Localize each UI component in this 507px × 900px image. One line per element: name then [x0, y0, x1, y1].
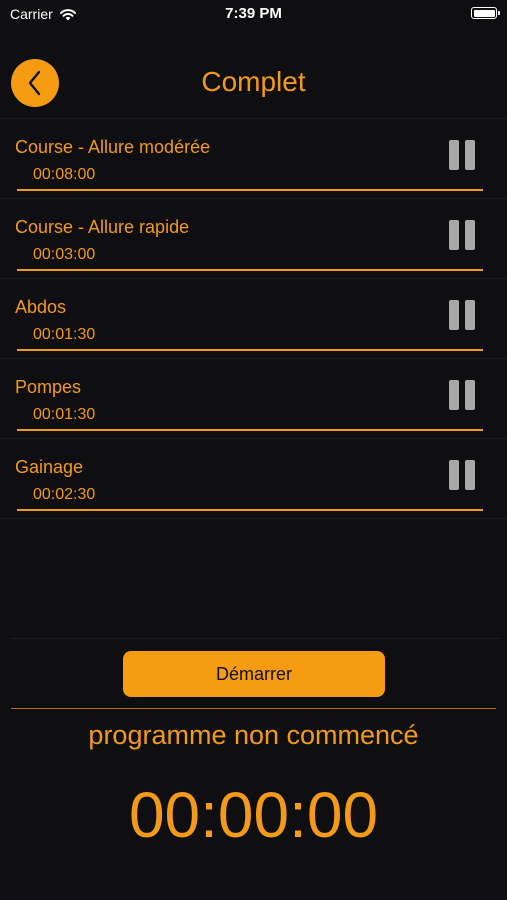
exercise-name: Abdos — [15, 297, 67, 317]
list-item[interactable]: Course - Allure rapide 00:03:00 — [0, 199, 507, 279]
exercise-duration: 00:01:30 — [33, 406, 96, 423]
row-underline — [17, 429, 483, 431]
row-underline — [17, 189, 483, 191]
status-time: 7:39 PM — [225, 5, 282, 22]
battery-icon — [471, 7, 500, 19]
list-item[interactable]: Gainage 00:02:30 — [0, 439, 507, 519]
exercise-duration: 00:02:30 — [33, 486, 96, 503]
list-divider — [10, 638, 500, 639]
exercise-name: Course - Allure modérée — [15, 137, 211, 157]
pause-icon[interactable] — [449, 220, 475, 250]
status-bar: Carrier 7:39 PM — [0, 0, 507, 30]
exercise-name: Course - Allure rapide — [15, 217, 190, 237]
page-title: Complet — [201, 66, 306, 97]
list-item[interactable]: Pompes 00:01:30 — [0, 359, 507, 439]
exercise-duration: 00:03:00 — [33, 246, 96, 263]
pause-icon[interactable] — [449, 460, 475, 490]
pause-icon[interactable] — [449, 380, 475, 410]
start-button[interactable]: Démarrer — [123, 651, 385, 697]
program-status: programme non commencé — [88, 720, 419, 750]
row-underline — [17, 509, 483, 511]
exercise-list: Course - Allure modérée 00:08:00 Course … — [0, 119, 507, 519]
row-underline — [17, 269, 483, 271]
row-underline — [17, 349, 483, 351]
list-item[interactable]: Course - Allure modérée 00:08:00 — [0, 119, 507, 199]
list-item[interactable]: Abdos 00:01:30 — [0, 279, 507, 359]
exercise-name: Pompes — [15, 377, 82, 397]
pause-icon[interactable] — [449, 300, 475, 330]
controls-divider — [11, 708, 496, 709]
exercise-name: Gainage — [15, 457, 84, 477]
pause-icon[interactable] — [449, 140, 475, 170]
exercise-duration: 00:01:30 — [33, 326, 96, 343]
timer-display: 00:00:00 — [128, 779, 379, 851]
exercise-duration: 00:08:00 — [33, 166, 96, 183]
